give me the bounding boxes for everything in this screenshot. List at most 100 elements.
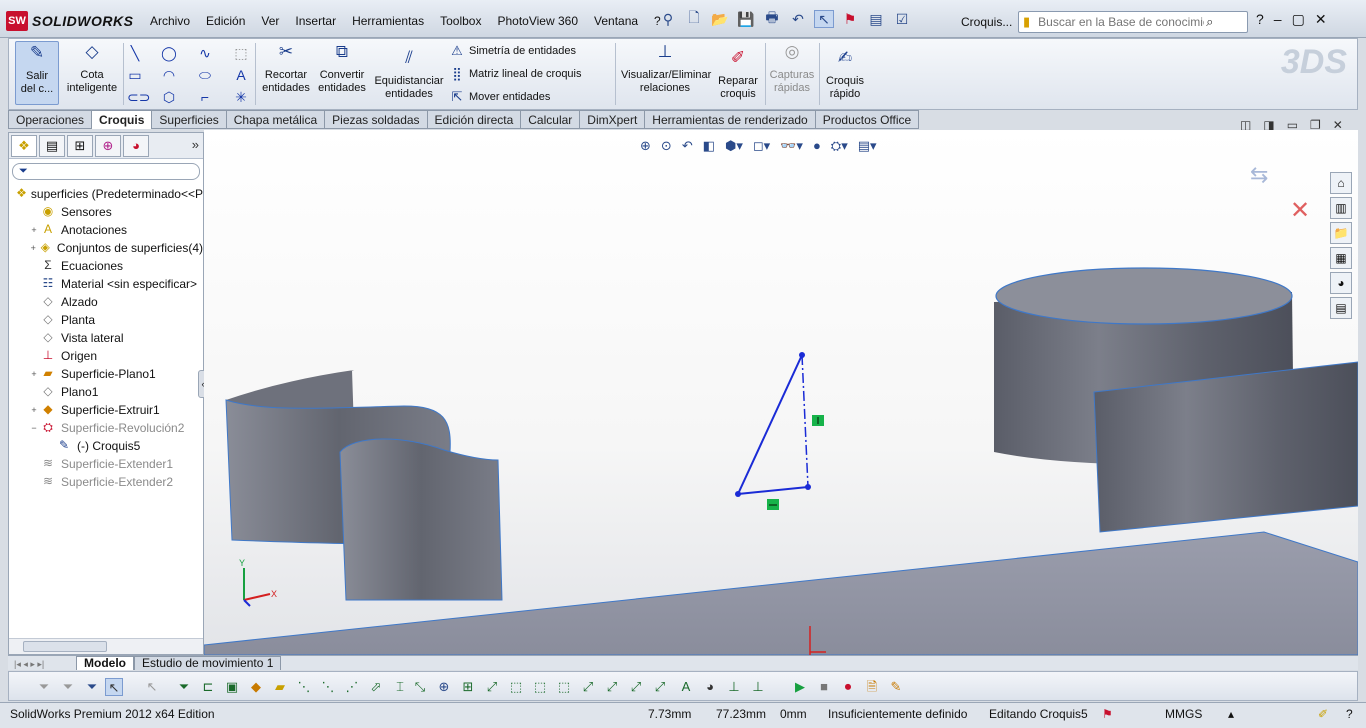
menu-photoview[interactable]: PhotoView 360 <box>489 14 586 28</box>
tree-item[interactable]: + ◈ Conjuntos de superficies(4) <box>9 239 203 257</box>
expand-toggle-icon[interactable]: + <box>29 369 39 379</box>
property-manager-tab-icon[interactable]: ▤ <box>39 134 65 157</box>
arc-icon[interactable]: ◠ <box>161 67 177 83</box>
select-icon[interactable]: ↖ <box>105 678 123 696</box>
search-icon[interactable]: ⌕ <box>1206 14 1213 30</box>
filter-surface-bodies-icon[interactable]: ◆ <box>247 678 265 696</box>
section-view-icon[interactable]: ◧ <box>703 138 715 154</box>
unit-system[interactable]: MMGS <box>1165 707 1202 721</box>
filter-connection-points-icon[interactable]: ◕ <box>701 678 719 696</box>
search-input[interactable] <box>1036 14 1207 30</box>
select-other-icon[interactable]: ↖ <box>143 678 161 696</box>
slot-icon[interactable]: ⊂⊃ <box>127 89 150 105</box>
filter-planes-icon[interactable]: ⋱ <box>319 678 337 696</box>
hide-show-icon[interactable]: 👓▾ <box>780 138 803 154</box>
filter-edges-icon[interactable]: ⊏ <box>199 678 217 696</box>
rectangle-icon[interactable]: ▭ <box>127 67 143 83</box>
trim-entities-button[interactable]: ✂ Recortar entidades <box>259 43 313 95</box>
filter-centerline-icon[interactable]: ⊕ <box>435 678 453 696</box>
design-library-icon[interactable]: ▥ <box>1330 197 1352 219</box>
tab-croquis[interactable]: Croquis <box>92 110 153 129</box>
tab-piezas-soldadas[interactable]: Piezas soldadas <box>325 110 428 129</box>
tab-estudio-movimiento[interactable]: Estudio de movimiento 1 <box>134 656 282 670</box>
tree-item[interactable]: ≋ Superficie-Extender2 <box>9 473 203 491</box>
previous-view-icon[interactable]: ↶ <box>682 138 693 154</box>
tree-item[interactable]: Σ Ecuaciones <box>9 257 203 275</box>
tree-item[interactable]: ◇ Vista lateral <box>9 329 203 347</box>
open-icon[interactable]: 📂 <box>710 10 730 28</box>
tab-edicion-directa[interactable]: Edición directa <box>427 110 522 129</box>
tree-item[interactable]: − ⛭ Superficie-Revolución2 <box>9 419 203 437</box>
filter-datum-targets-icon[interactable]: ⤢ <box>603 678 621 696</box>
maximize-icon[interactable]: ▢ <box>1292 11 1305 28</box>
filter-vertices-icon[interactable]: ⏷ <box>175 678 193 696</box>
filter-weld-symbols-icon[interactable]: ⤢ <box>579 678 597 696</box>
scrollbar-thumb[interactable] <box>23 641 107 652</box>
filter-axes-icon[interactable]: ⋱ <box>295 678 313 696</box>
file-explorer-icon[interactable]: 📁 <box>1330 222 1352 244</box>
edit-appearance-icon[interactable]: ● <box>813 138 821 154</box>
tree-item[interactable]: ≋ Superficie-Extender1 <box>9 455 203 473</box>
filter-icon[interactable]: ⏷ <box>35 678 53 696</box>
quick-snaps-button[interactable]: ◎ Capturas rápidas <box>767 43 817 95</box>
display-style-icon[interactable]: ◻▾ <box>753 138 770 154</box>
repair-sketch-button[interactable]: ✐ Reparar croquis <box>713 49 763 101</box>
custom-properties-icon[interactable]: ▤ <box>1330 297 1352 319</box>
print-icon[interactable]: 🖶 <box>762 9 782 28</box>
tree-item[interactable]: ◇ Planta <box>9 311 203 329</box>
tree-filter-input[interactable]: ⏷ <box>12 163 200 180</box>
status-dropdown-icon[interactable]: ▴ <box>1228 707 1234 721</box>
spline-icon[interactable]: ∿ <box>197 45 213 61</box>
filter-center-marks-icon[interactable]: ⤡ <box>411 678 429 696</box>
filter-datum-features-icon[interactable]: ⬚ <box>555 678 573 696</box>
filter-notes-icon[interactable]: ⬚ <box>531 678 549 696</box>
expand-toggle-icon[interactable]: + <box>29 405 39 415</box>
record-macro-icon[interactable]: ⏺ <box>839 678 857 696</box>
rapid-sketch-button[interactable]: ✍ Croquis rápido <box>821 49 869 101</box>
tab-productos-office[interactable]: Productos Office <box>815 110 920 129</box>
linear-pattern-button[interactable]: ⣿ Matriz lineal de croquis <box>449 66 581 82</box>
filter-midpoints-icon[interactable]: ⌶ <box>391 678 409 696</box>
options-icon[interactable]: ☑ <box>892 10 912 28</box>
point-icon[interactable]: ✳ <box>233 89 249 105</box>
help-status-icon[interactable]: ? <box>1346 707 1353 721</box>
menu-ver[interactable]: Ver <box>253 14 287 28</box>
undo-icon[interactable]: ↶ <box>788 10 808 28</box>
view-settings-icon[interactable]: ▤▾ <box>858 138 877 154</box>
clear-filter-icon[interactable]: ⏷ <box>83 678 101 696</box>
filter-faces-icon[interactable]: ▣ <box>223 678 241 696</box>
select-icon[interactable]: ↖ <box>814 10 834 28</box>
zoom-to-area-icon[interactable]: ⊙ <box>661 138 672 154</box>
new-macro-icon[interactable]: 🗎 <box>863 678 881 696</box>
expand-toggle-icon[interactable]: + <box>29 243 38 253</box>
tree-item[interactable]: ❖ superficies (Predeterminado<<P <box>9 185 203 203</box>
move-entities-button[interactable]: ⇱ Mover entidades <box>449 89 551 105</box>
close-icon[interactable]: ✕ <box>1315 11 1327 28</box>
smart-dimension-button[interactable]: ◇ Cota inteligente <box>63 43 121 95</box>
panel-horizontal-scrollbar[interactable] <box>9 638 203 654</box>
rebuild-indicator-icon[interactable]: ⚑ <box>1102 707 1113 721</box>
graphics-area[interactable]: X Y ⇆ ✕ ⊕ ⊙ ↶ ◧ ⬢▾ ◻▾ 👓▾ ● ⛭▾ ▤▾ ⌂ ▥ 📁 ▦… <box>204 130 1358 655</box>
filter-solid-bodies-icon[interactable]: ▰ <box>271 678 289 696</box>
more-tabs-icon[interactable]: » <box>192 137 199 152</box>
polygon-icon[interactable]: ⬡ <box>161 89 177 105</box>
filter-blocks-icon[interactable]: ⤢ <box>651 678 669 696</box>
filter-routing-points-icon[interactable]: ⊥ <box>725 678 743 696</box>
display-relations-button[interactable]: ⊥ Visualizar/Eliminar relaciones <box>621 43 711 95</box>
pin-icon[interactable]: ⚲ <box>658 10 678 28</box>
zoom-to-fit-icon[interactable]: ⊕ <box>640 138 651 154</box>
grid-icon[interactable]: ⬚ <box>233 45 249 61</box>
filter-toggle-icon[interactable]: ⏷ <box>59 678 77 696</box>
tab-calcular[interactable]: Calcular <box>521 110 581 129</box>
filter-geometric-tolerances-icon[interactable]: ⬚ <box>507 678 525 696</box>
menu-insertar[interactable]: Insertar <box>287 14 344 28</box>
app-logo[interactable]: SW SOLIDWORKS <box>6 10 133 32</box>
menu-archivo[interactable]: Archivo <box>142 14 198 28</box>
convert-entities-button[interactable]: ⧉ Convertir entidades <box>315 43 369 95</box>
mirror-entities-button[interactable]: ⚠ Simetría de entidades <box>449 43 576 59</box>
knowledge-search[interactable]: ▮ ⌕ <box>1018 11 1248 33</box>
filter-mates-icon[interactable]: ⊥ <box>749 678 767 696</box>
tab-dimxpert[interactable]: DimXpert <box>580 110 646 129</box>
filter-surface-finish-icon[interactable]: ⤢ <box>483 678 501 696</box>
tab-renderizado[interactable]: Herramientas de renderizado <box>645 110 816 129</box>
